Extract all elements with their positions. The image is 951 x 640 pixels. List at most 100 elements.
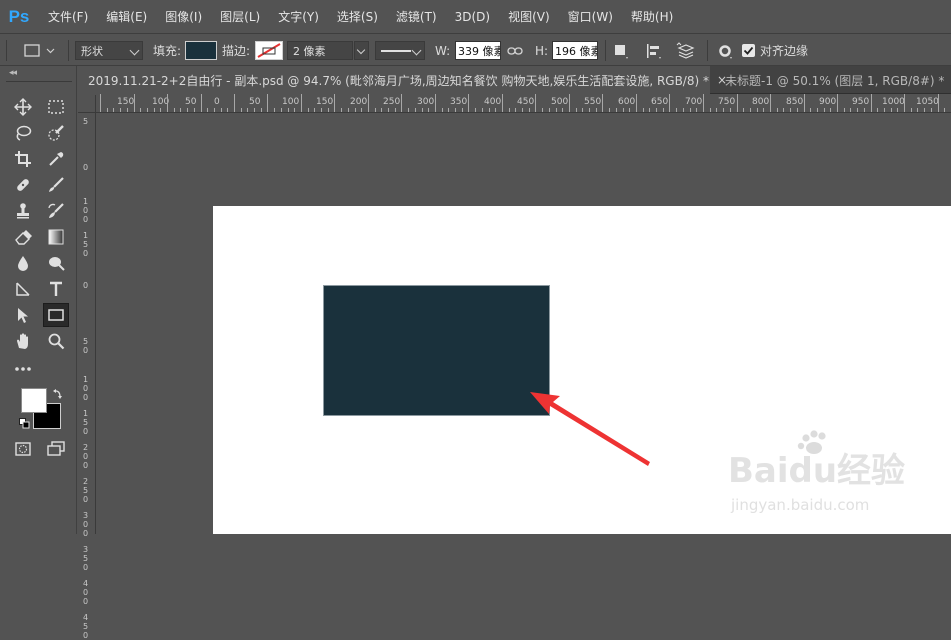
ruler-tick-mark [294,108,295,112]
options-bar: 形状 填充: 描边: 2 像素 W: 339 像素 H: 196 像素 对齐边缘 [0,33,951,66]
horizontal-ruler[interactable]: 150 100 50 0 50 100 150 200 250 300 350 400 450 500 55… [96,94,951,113]
tab-document-1[interactable]: 2019.11.21-2+2自由行 - 副本.psd @ 94.7% (毗邻海月… [78,66,727,94]
stroke-width-field[interactable]: 2 像素 [287,41,353,60]
foreground-color-swatch[interactable] [21,388,47,413]
align-edges-label: 对齐边缘 [760,44,809,58]
eyedropper-tool[interactable] [44,148,68,170]
ruler-tick-mark [482,108,483,112]
pen-tool[interactable] [11,278,35,300]
menu-select[interactable]: 选择(S) [337,8,378,25]
menu-window[interactable]: 窗口(W) [568,8,613,25]
eraser-tool[interactable] [11,226,35,248]
align-left-icon [647,43,661,59]
ruler-tick-mark [710,108,711,112]
zoom-tool[interactable] [44,330,68,352]
menu-layer[interactable]: 图层(L) [220,8,260,25]
ruler-tick-label: 4 0 0 [82,579,89,606]
shape-settings-button[interactable] [716,34,734,67]
rectangle-shape[interactable] [323,285,550,416]
tool-mode-dropdown[interactable]: 形状 [75,41,143,60]
ruler-tick-mark [207,108,208,112]
ruler-tick-mark [100,94,101,112]
menu-view[interactable]: 视图(V) [508,8,550,25]
ruler-tick-mark [134,94,135,112]
dodge-tool[interactable] [44,252,68,274]
height-input[interactable]: 196 像素 [552,41,598,60]
hand-tool[interactable] [11,330,35,352]
brush-tool[interactable] [44,174,68,196]
ruler-tick-mark [777,108,778,112]
stroke-width-value: 2 像素 [293,44,326,58]
solid-line-icon [381,50,411,52]
move-tool[interactable] [11,96,35,118]
rectangle-tool[interactable] [43,303,69,327]
ruler-tick-label: 1000 [882,97,905,107]
chevron-down-icon [129,45,140,56]
ruler-tick-mark [884,108,885,112]
fill-color-swatch[interactable] [185,41,217,60]
path-selection-icon [16,282,30,296]
ruler-tick-mark [750,108,751,112]
quick-selection-tool[interactable] [44,122,68,144]
quick-mask-button[interactable] [11,438,35,460]
ruler-tick-mark [797,108,798,112]
menu-3d[interactable]: 3D(D) [455,10,490,24]
lasso-tool[interactable] [11,122,35,144]
clone-stamp-tool[interactable] [11,200,35,222]
ruler-tick-mark [281,108,282,112]
ruler-tick-label: 300 [417,97,435,107]
ruler-tick-mark [509,108,510,112]
ruler-tick-mark [314,108,315,112]
width-input[interactable]: 339 像素 [455,41,501,60]
ruler-tick-mark [535,94,536,112]
ruler-tick-mark [201,94,202,112]
ruler-tick-mark [401,94,402,112]
ruler-tick-mark [804,94,805,112]
menu-image[interactable]: 图像(I) [165,8,202,25]
menu-type[interactable]: 文字(Y) [278,8,319,25]
crop-tool[interactable] [11,148,35,170]
menu-help[interactable]: 帮助(H) [631,8,673,25]
ruler-tick-mark [375,108,376,112]
screen-mode-button[interactable] [44,438,68,460]
stroke-type-dropdown[interactable] [375,41,425,60]
menu-filter[interactable]: 滤镜(T) [396,8,437,25]
menu-edit[interactable]: 编辑(E) [106,8,147,25]
swap-colors-icon[interactable] [52,387,64,399]
ruler-tick-mark [388,108,389,112]
tab-document-2[interactable]: 未标题-1 @ 50.1% (图层 1, RGB/8#) * × [715,66,951,94]
lasso-icon [16,125,32,141]
collapse-panel-icon[interactable]: ◂◂ [9,68,17,78]
direct-selection-tool[interactable] [11,304,35,326]
ruler-tick-mark [368,94,369,112]
tool-preset-picker[interactable] [22,34,56,67]
menu-file[interactable]: 文件(F) [48,8,88,25]
ruler-tick-mark [180,108,181,112]
marquee-tool[interactable] [44,96,68,118]
ruler-tick-mark [676,108,677,112]
blur-tool[interactable] [11,252,35,274]
ruler-tick-label: 5 0 [82,337,89,355]
path-alignment-button[interactable] [645,34,663,67]
ruler-tick-mark [254,108,255,112]
path-operations-button[interactable] [613,34,631,67]
stroke-width-dropdown[interactable] [354,41,369,60]
ruler-tick-mark [562,108,563,112]
vertical-ruler[interactable]: 501 0 01 5 005 01 0 01 5 02 0 02 5 03 0 … [78,113,96,640]
history-brush-tool[interactable] [44,200,68,222]
stroke-color-swatch[interactable] [255,41,283,60]
rectangle-icon [48,309,64,321]
ruler-tick-mark [489,108,490,112]
ruler-origin[interactable] [78,95,96,113]
type-tool[interactable] [44,278,68,300]
default-colors-icon[interactable] [19,418,30,429]
grip-divider [6,40,7,61]
path-arrangement-button[interactable] [675,34,697,67]
edit-toolbar-button[interactable] [11,358,35,380]
gradient-tool[interactable] [44,226,68,248]
ruler-tick-mark [522,108,523,112]
ruler-tick-mark [308,108,309,112]
link-dimensions-button[interactable] [507,34,523,67]
healing-brush-tool[interactable] [11,174,35,196]
align-edges-checkbox[interactable] [742,44,755,57]
